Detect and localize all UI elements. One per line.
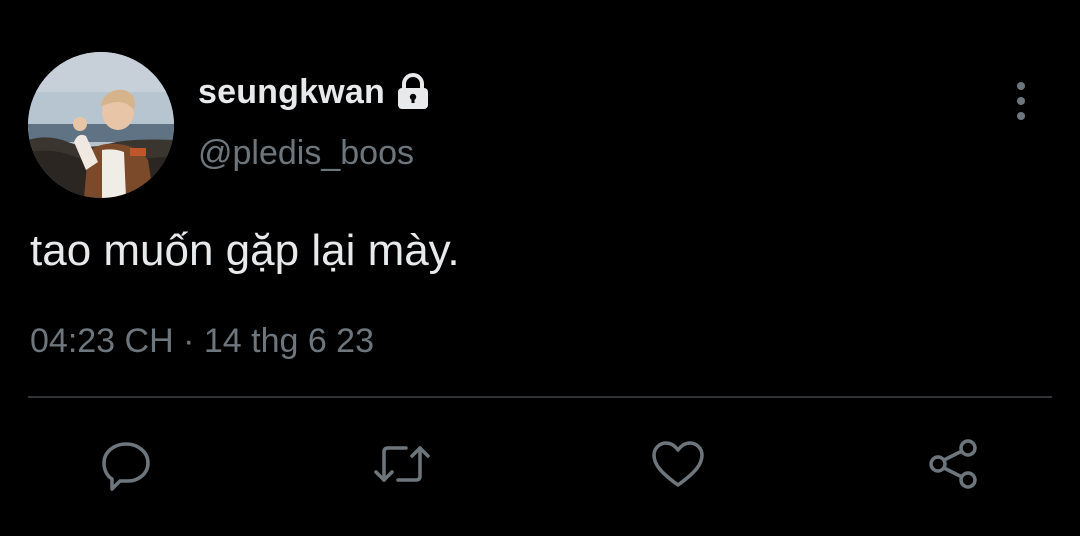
reply-button[interactable]: [96, 434, 156, 494]
reply-icon: [98, 436, 154, 492]
user-handle[interactable]: @pledis_boos: [198, 134, 414, 173]
more-dot-icon: [1017, 97, 1025, 105]
lock-icon: [395, 72, 431, 112]
retweet-button[interactable]: [372, 434, 432, 494]
share-icon: [926, 436, 982, 492]
more-dot-icon: [1017, 112, 1025, 120]
more-dot-icon: [1017, 82, 1025, 90]
display-name[interactable]: seungkwan: [198, 72, 431, 112]
avatar[interactable]: [28, 52, 174, 198]
tweet-timestamp[interactable]: 04:23 CH · 14 thg 6 23: [30, 322, 374, 361]
like-button[interactable]: [648, 434, 708, 494]
display-name-text: seungkwan: [198, 72, 385, 111]
tweet-text: tao muốn gặp lại mày.: [30, 226, 460, 275]
like-icon: [650, 438, 706, 490]
more-options-button[interactable]: [1000, 78, 1042, 124]
share-button[interactable]: [924, 434, 984, 494]
tweet-card: seungkwan @pledis_boos tao muốn gặp lại …: [0, 0, 1080, 536]
retweet-icon: [372, 436, 432, 492]
divider: [28, 396, 1052, 398]
